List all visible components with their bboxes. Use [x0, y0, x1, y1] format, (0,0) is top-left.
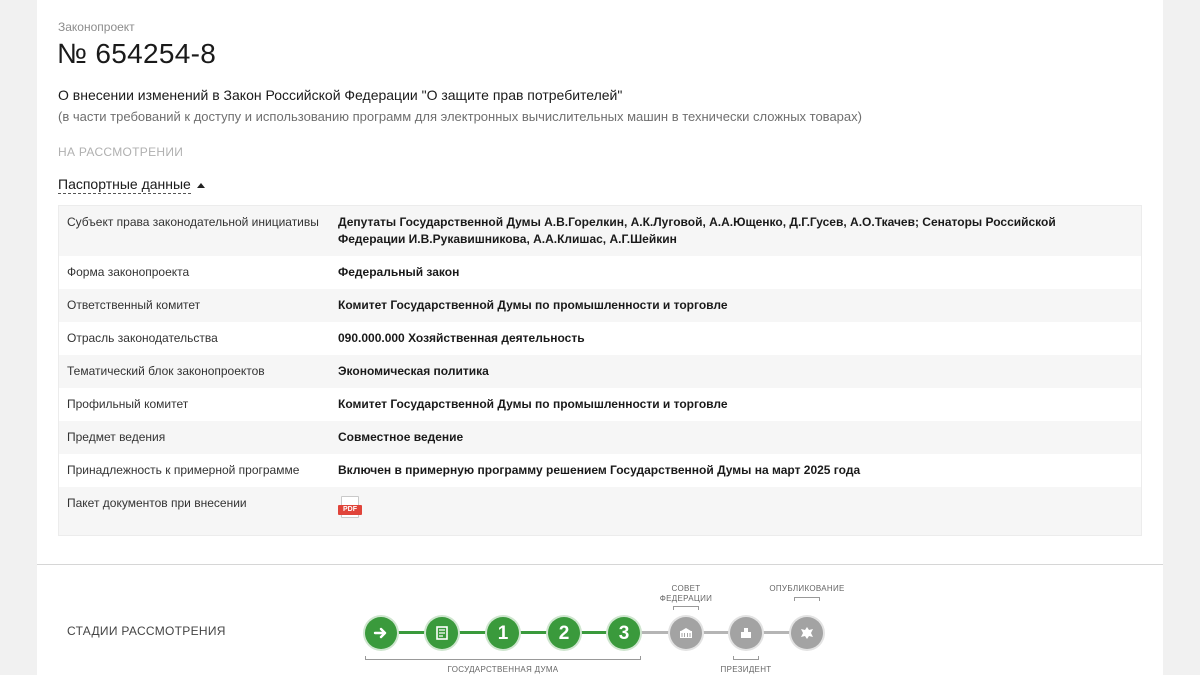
caption-duma: ГОСУДАРСТВЕННАЯ ДУМА — [447, 665, 559, 674]
stages-label: СТАДИИ РАССМОТРЕНИЯ — [67, 624, 226, 638]
stage-federation-council[interactable] — [670, 617, 702, 649]
table-row: Тематический блок законопроектов Экономи… — [59, 355, 1141, 388]
stages-divider — [37, 564, 1163, 565]
stage-reading-3[interactable]: 3 — [608, 617, 640, 649]
table-row: Субъект права законодательной инициативы… — [59, 206, 1141, 256]
bill-number: № 654254-8 — [57, 38, 217, 69]
row-value: Включен в примерную программу решением Г… — [338, 463, 861, 477]
passport-toggle[interactable]: Паспортные данные — [58, 176, 205, 194]
stage-number: 1 — [497, 622, 509, 644]
pdf-label: PDF — [338, 505, 362, 515]
row-value: 090.000.000 Хозяйственная деятельность — [338, 331, 585, 345]
stage-number: 3 — [618, 622, 630, 644]
row-value: Федеральный закон — [338, 265, 460, 279]
pdf-file-icon[interactable]: PDF — [338, 496, 362, 520]
table-row: Отрасль законодательства 090.000.000 Хоз… — [59, 322, 1141, 355]
table-row: Предмет ведения Совместное ведение — [59, 421, 1141, 454]
row-value: Экономическая политика — [338, 364, 489, 378]
stage-registration[interactable] — [365, 617, 397, 649]
stage-track-pending — [623, 631, 809, 634]
row-value: PDF — [338, 495, 1141, 525]
table-row: Ответственный комитет Комитет Государств… — [59, 289, 1141, 322]
row-key: Пакет документов при внесении — [67, 496, 247, 510]
passport-toggle-label: Паспортные данные — [58, 176, 191, 194]
row-key: Субъект права законодательной инициативы — [67, 215, 319, 229]
caret-up-icon — [196, 182, 205, 188]
bill-page: Законопроект № 654254-8 О внесении измен… — [37, 0, 1163, 675]
federation-council-icon — [680, 628, 692, 638]
table-row: Принадлежность к примерной программе Вкл… — [59, 454, 1141, 487]
row-value: Совместное ведение — [338, 430, 464, 444]
table-row: Пакет документов при внесении PDF — [59, 487, 1141, 535]
stage-reading-2[interactable]: 2 — [548, 617, 580, 649]
bracket-president — [733, 656, 759, 660]
row-value: Комитет Государственной Думы по промышле… — [338, 298, 728, 312]
document-icon — [436, 626, 448, 640]
caption-federation-council: СОВЕТ ФЕДЕРАЦИИ — [659, 584, 713, 603]
arrow-right-icon — [373, 627, 387, 639]
bill-type-label: Законопроект — [58, 20, 135, 34]
president-icon — [741, 628, 751, 638]
row-key: Форма законопроекта — [67, 265, 190, 279]
bracket-federation-council — [673, 606, 699, 610]
emblem-icon — [801, 627, 813, 639]
passport-table: Субъект права законодательной инициативы… — [58, 205, 1142, 536]
row-key: Отрасль законодательства — [67, 331, 218, 345]
caption-publication: ОПУБЛИКОВАНИЕ — [769, 584, 845, 593]
row-value: Комитет Государственной Думы по промышле… — [338, 397, 728, 411]
row-key: Ответственный комитет — [67, 298, 201, 312]
row-key: Тематический блок законопроектов — [67, 364, 265, 378]
stage-president[interactable] — [730, 617, 762, 649]
stage-preliminary[interactable] — [426, 617, 458, 649]
row-key: Профильный комитет — [67, 397, 189, 411]
stage-number: 2 — [558, 622, 570, 644]
row-key: Предмет ведения — [67, 430, 166, 444]
row-value: Депутаты Государственной Думы А.В.Горелк… — [338, 215, 1056, 246]
bracket-publication — [794, 597, 820, 601]
bill-title: О внесении изменений в Закон Российской … — [58, 87, 623, 103]
bracket-duma — [365, 656, 641, 660]
bill-subtitle: (в части требований к доступу и использо… — [58, 109, 862, 124]
row-key: Принадлежность к примерной программе — [67, 463, 300, 477]
caption-president: ПРЕЗИДЕНТ — [720, 665, 772, 674]
stage-publication[interactable] — [791, 617, 823, 649]
table-row: Форма законопроекта Федеральный закон — [59, 256, 1141, 289]
table-row: Профильный комитет Комитет Государственн… — [59, 388, 1141, 421]
stage-reading-1[interactable]: 1 — [487, 617, 519, 649]
bill-status: НА РАССМОТРЕНИИ — [58, 145, 184, 159]
